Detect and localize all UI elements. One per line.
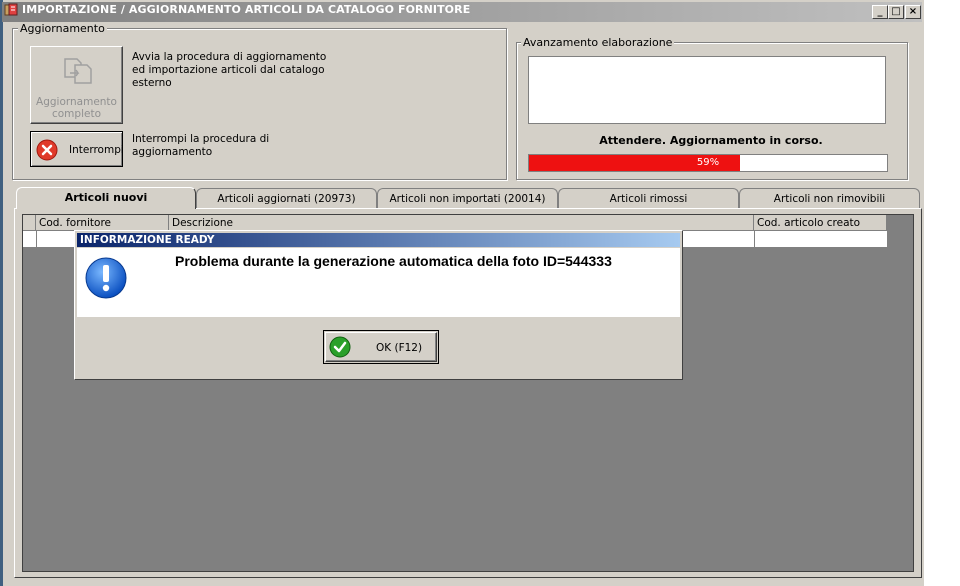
log-textarea[interactable] — [528, 56, 886, 124]
tab-articoli-non-rimovibili[interactable]: Articoli non rimovibili — [739, 188, 920, 208]
document-transfer-icon — [64, 58, 92, 84]
window-title: IMPORTAZIONE / AGGIORNAMENTO ARTICOLI DA… — [22, 3, 471, 16]
full-update-desc-3: esterno — [132, 77, 172, 89]
ok-button[interactable]: OK (F12) — [323, 330, 439, 364]
progress-label: 59% — [696, 157, 720, 168]
tab-articoli-nuovi[interactable]: Articoli nuovi — [16, 187, 196, 209]
minimize-button[interactable]: _ — [872, 5, 888, 19]
grid-cell-divider — [36, 231, 37, 247]
grid-row-indicator-header — [23, 215, 36, 231]
window-left-edge — [0, 0, 3, 586]
info-exclamation-icon — [85, 257, 127, 299]
full-update-desc-1: Avvia la procedura di aggiornamento — [132, 51, 327, 63]
maximize-button[interactable]: □ — [888, 5, 904, 19]
progress-bar: 59% — [528, 154, 888, 172]
avanzamento-group-title: Avanzamento elaborazione — [521, 36, 675, 49]
grid-header-cod-fornitore[interactable]: Cod. fornitore — [36, 215, 169, 231]
red-x-icon — [36, 139, 58, 161]
green-check-icon — [329, 336, 351, 358]
tab-articoli-aggiornati[interactable]: Articoli aggiornati (20973) — [196, 188, 377, 208]
grid-cell-divider — [754, 231, 755, 247]
tab-articoli-non-importati[interactable]: Articoli non importati (20014) — [377, 188, 558, 208]
full-update-label-2: completo — [51, 108, 101, 120]
stop-desc-2: aggiornamento — [132, 146, 213, 158]
dialog-message: Problema durante la generazione automati… — [175, 253, 612, 269]
close-button[interactable]: × — [905, 5, 921, 19]
ok-button-label: OK (F12) — [376, 342, 423, 354]
aggiornamento-group-title: Aggiornamento — [18, 22, 107, 35]
grid-header-cod-articolo-creato[interactable]: Cod. articolo creato — [754, 215, 887, 231]
full-update-desc-2: ed importazione articoli dal catalogo — [132, 64, 325, 76]
full-update-button[interactable]: Aggiornamento completo — [30, 46, 123, 124]
grid-header-descrizione[interactable]: Descrizione — [169, 215, 754, 231]
status-text: Attendere. Aggiornamento in corso. — [599, 134, 823, 147]
stop-button[interactable]: Interrompi — [30, 131, 124, 167]
stop-desc-1: Interrompi la procedura di — [132, 133, 270, 145]
stop-button-label: Interrompi — [69, 144, 124, 156]
tab-articoli-rimossi[interactable]: Articoli rimossi — [558, 188, 739, 208]
dialog-title: INFORMAZIONE READY — [80, 234, 215, 246]
app-icon[interactable] — [4, 3, 18, 17]
